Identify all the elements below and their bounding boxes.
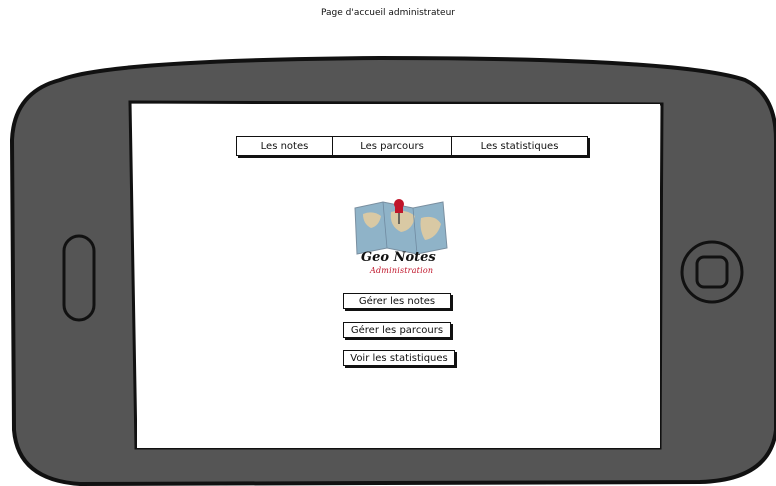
tab-les-statistiques[interactable]: Les statistiques (452, 137, 587, 155)
manage-notes-button[interactable]: Gérer les notes (343, 293, 451, 309)
view-statistics-button[interactable]: Voir les statistiques (343, 350, 455, 366)
home-button-icon[interactable] (680, 240, 744, 304)
tab-les-notes[interactable]: Les notes (237, 137, 333, 155)
app-logo: Geo Notes Administration (343, 196, 453, 282)
manage-routes-button[interactable]: Gérer les parcours (343, 322, 451, 338)
nav-tabs: Les notes Les parcours Les statistiques (236, 136, 588, 156)
tab-les-parcours[interactable]: Les parcours (333, 137, 452, 155)
logo-title: Geo Notes (361, 250, 436, 265)
logo-subtitle: Administration (370, 266, 434, 275)
phone-screen: Les notes Les parcours Les statistiques … (137, 104, 660, 448)
